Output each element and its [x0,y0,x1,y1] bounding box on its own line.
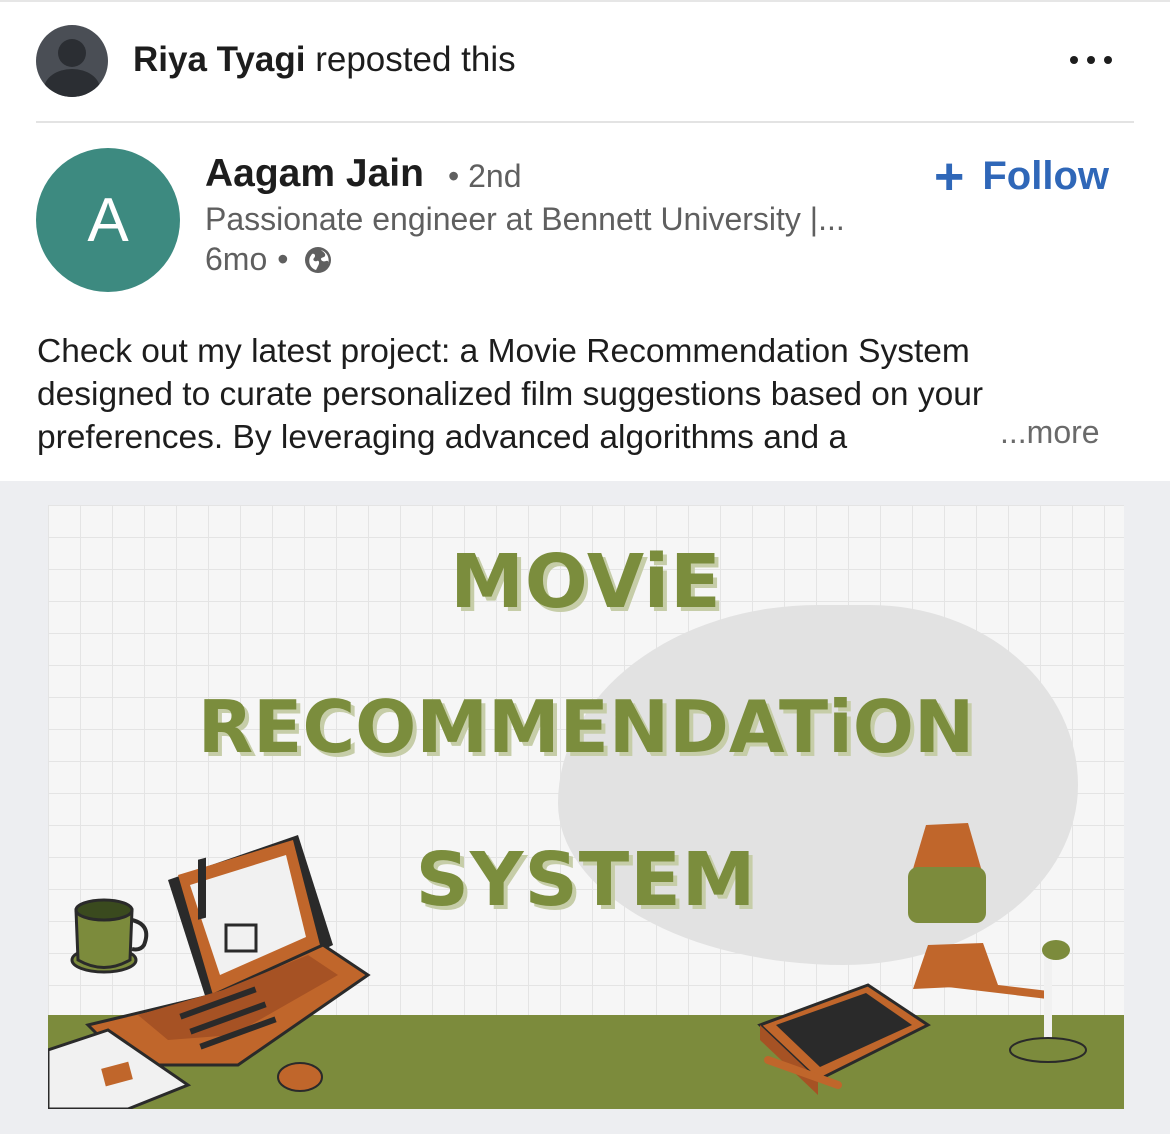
author-name[interactable]: Aagam Jain [205,152,424,196]
menu-dot [1070,56,1078,64]
see-more-link[interactable]: ...more [1000,414,1100,451]
follow-label: Follow [982,154,1110,198]
follow-button[interactable]: + Follow [934,147,1110,206]
connection-degree: • 2nd [448,158,522,194]
post-line: Check out my latest project: a Movie Rec… [37,333,970,370]
post-body: Check out my latest project: a Movie Rec… [37,330,1137,459]
post-line: preferences. By leveraging advanced algo… [37,419,848,456]
header-divider [36,121,1134,123]
post-media[interactable]: MOViE RECOMMENDATiON SYSTEM [0,481,1170,1134]
reposter-avatar[interactable] [36,25,108,97]
repost-action: reposted this [315,40,516,79]
author-headline: Passionate engineer at Bennett Universit… [205,201,845,237]
menu-dot [1104,56,1112,64]
menu-dot [1087,56,1095,64]
avatar-shoulders [44,69,100,97]
keyboard-icon [757,983,931,1095]
author-avatar[interactable]: A [36,148,180,292]
media-image[interactable]: MOViE RECOMMENDATiON SYSTEM [48,505,1124,1109]
coffee-mug-icon [70,898,149,974]
repost-header: Riya Tyagi reposted this [0,0,1170,122]
reposter-name[interactable]: Riya Tyagi [133,40,305,79]
mouse-icon [277,1062,323,1092]
desk-illustration [48,823,1087,1109]
post-line: designed to curate personalized film sug… [37,376,984,413]
avatar-head [58,39,86,67]
post-time: 6mo [205,241,268,277]
globe-icon [305,246,332,273]
post-meta: 6mo • [205,241,332,278]
plus-icon: + [934,147,965,206]
repost-text: Riya Tyagi reposted this [133,40,516,80]
more-options-icon[interactable] [1070,48,1126,72]
meta-separator: • [277,241,289,277]
lamp-icon [908,823,1087,1063]
